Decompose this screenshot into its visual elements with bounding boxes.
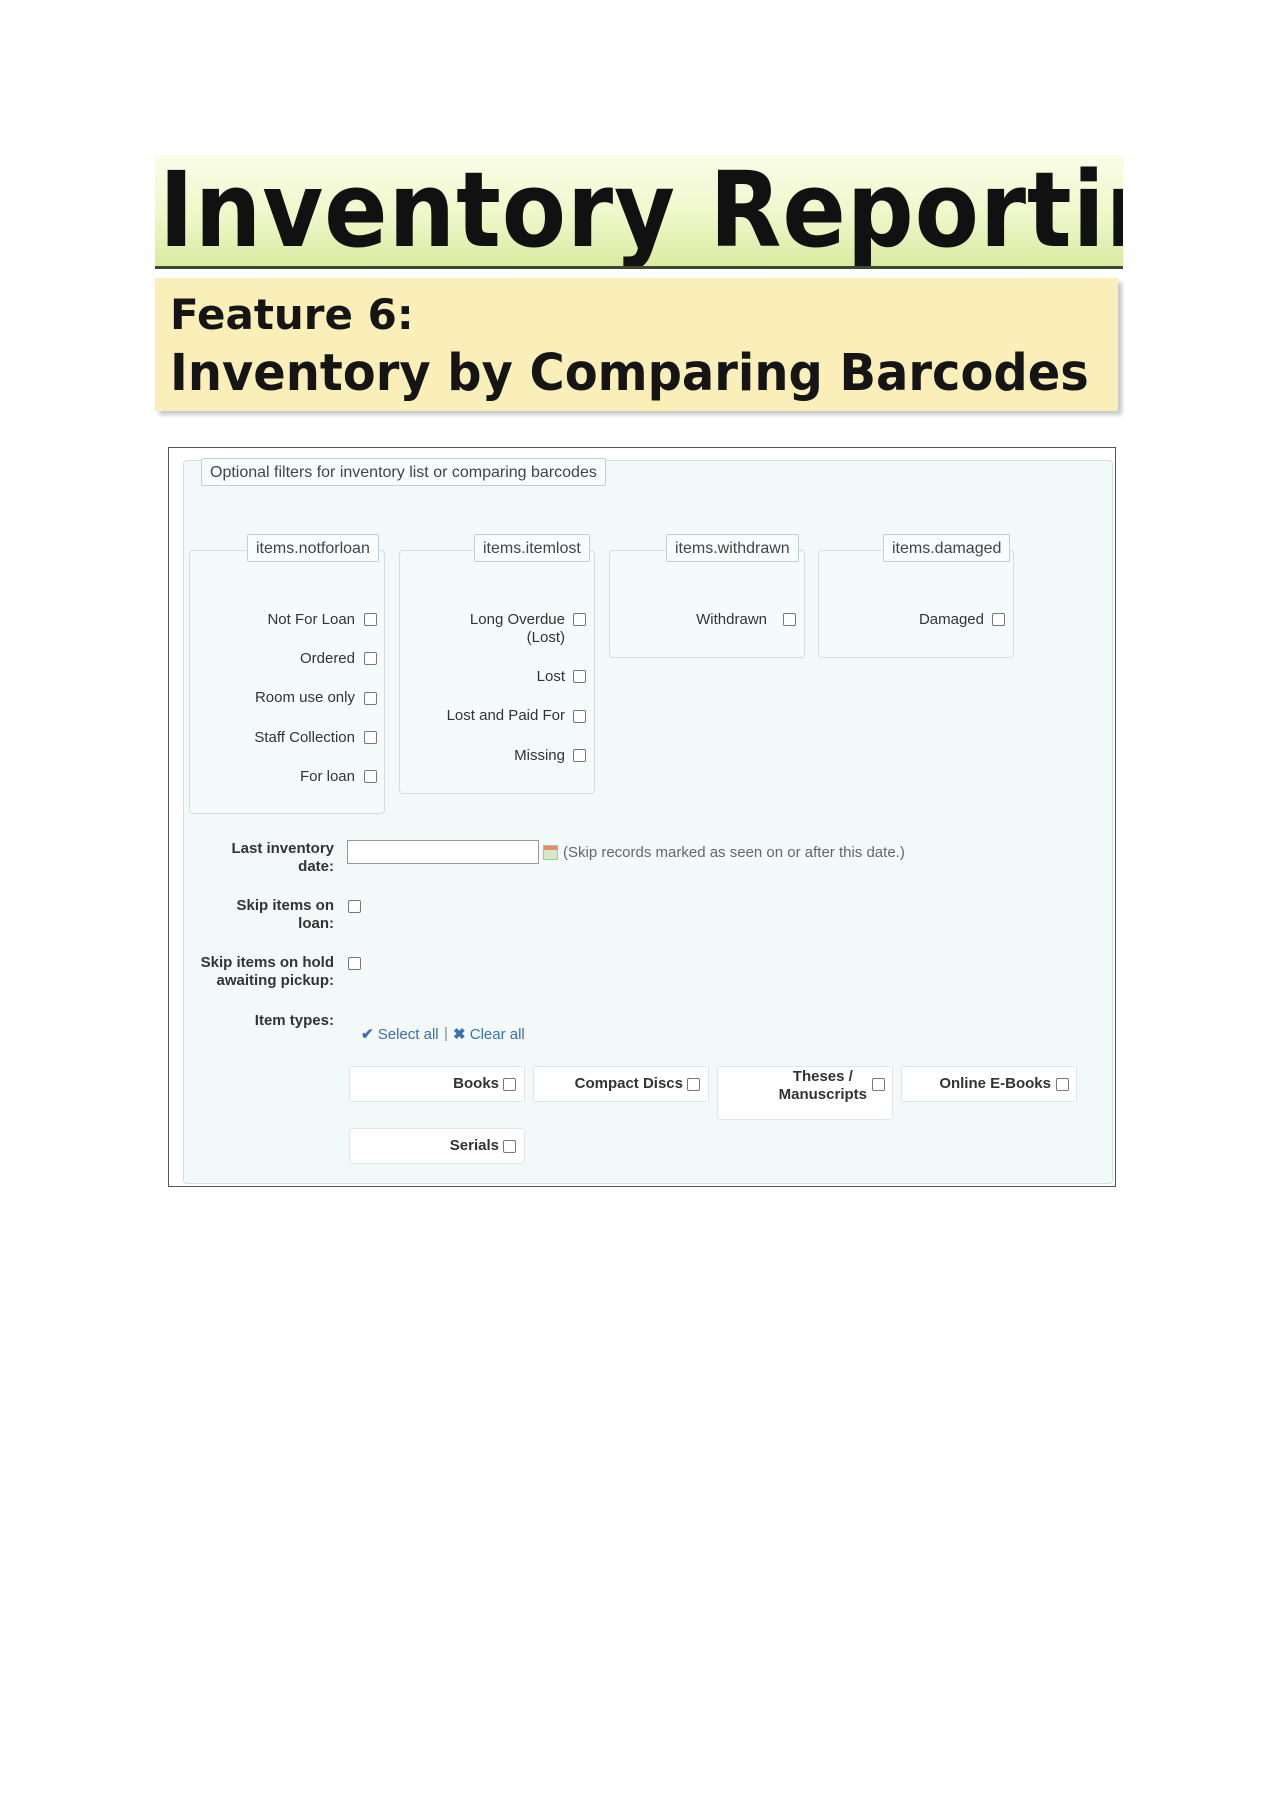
page-title: Inventory Reporting [159,155,1123,269]
feature-banner: Feature 6: Inventory by Comparing Barcod… [155,278,1118,411]
skip-on-loan-label: Skip items on loan: [236,897,334,932]
option-long-overdue-label: Long Overdue (Lost) [469,611,565,646]
item-type-theses-label: Theses / Manuscripts [778,1068,867,1103]
link-separator: | [444,1025,448,1042]
x-icon: ✖ [453,1026,466,1043]
option-lost-paid-checkbox[interactable] [573,710,586,723]
option-not-for-loan-label: Not For Loan [267,611,355,628]
item-type-serials-label: Serials [449,1137,499,1154]
option-lost-checkbox[interactable] [573,670,586,683]
feature-name: Inventory by Comparing Barcodes [170,344,1089,403]
item-type-online-ebooks-checkbox[interactable] [1056,1078,1069,1091]
option-not-for-loan-checkbox[interactable] [364,613,377,626]
item-type-online-ebooks-label: Online E-Books [939,1075,1051,1092]
last-inventory-date-input[interactable] [347,840,539,864]
item-type-compact-discs-checkbox[interactable] [687,1078,700,1091]
last-inventory-date-label: Last inventory date: [231,840,334,875]
option-withdrawn-checkbox[interactable] [783,613,796,626]
option-damaged-label: Damaged [918,611,984,628]
inventory-filters-screenshot: Optional filters for inventory list or c… [168,447,1116,1187]
skip-hold-checkbox[interactable] [348,957,361,970]
damaged-legend: items.damaged [883,534,1011,562]
item-type-books-checkbox[interactable] [503,1078,516,1091]
option-lost-label: Lost [536,668,565,685]
option-lost-paid-label: Lost and Paid For [446,707,565,724]
select-all-link[interactable]: ✔ Select all [361,1025,439,1043]
withdrawn-group [609,550,805,658]
notforloan-group [189,550,385,814]
option-staff-collection-checkbox[interactable] [364,731,377,744]
check-icon: ✔ [361,1026,374,1043]
skip-hold-label: Skip items on hold awaiting pickup: [200,954,334,989]
option-room-use-only-label: Room use only [254,689,355,706]
optional-filters-legend: Optional filters for inventory list or c… [201,458,606,486]
option-staff-collection-label: Staff Collection [254,729,355,746]
option-room-use-only-checkbox[interactable] [364,692,377,705]
option-missing-checkbox[interactable] [573,749,586,762]
option-long-overdue-checkbox[interactable] [573,613,586,626]
select-all-label: Select all [377,1026,439,1043]
itemlost-legend: items.itemlost [474,534,590,562]
option-withdrawn-label: Withdrawn [696,611,767,628]
feature-label: Feature 6: [170,290,414,339]
item-type-books-label: Books [453,1075,499,1092]
item-type-theses-checkbox[interactable] [872,1078,885,1091]
skip-on-loan-checkbox[interactable] [348,900,361,913]
title-banner: Inventory Reporting [155,155,1123,269]
calendar-icon[interactable] [543,845,558,860]
option-ordered-checkbox[interactable] [364,652,377,665]
clear-all-link[interactable]: ✖ Clear all [453,1025,525,1043]
option-for-loan-checkbox[interactable] [364,770,377,783]
last-inventory-hint: (Skip records marked as seen on or after… [563,844,905,861]
damaged-group [818,550,1014,658]
option-missing-label: Missing [514,747,565,764]
item-type-compact-discs-label: Compact Discs [574,1075,683,1092]
itemlost-group [399,550,595,794]
option-damaged-checkbox[interactable] [992,613,1005,626]
clear-all-label: Clear all [469,1026,525,1043]
withdrawn-legend: items.withdrawn [666,534,799,562]
option-for-loan-label: For loan [299,768,355,785]
item-types-label: Item types: [254,1012,334,1029]
option-ordered-label: Ordered [299,650,355,667]
item-type-serials-checkbox[interactable] [503,1140,516,1153]
notforloan-legend: items.notforloan [247,534,379,562]
